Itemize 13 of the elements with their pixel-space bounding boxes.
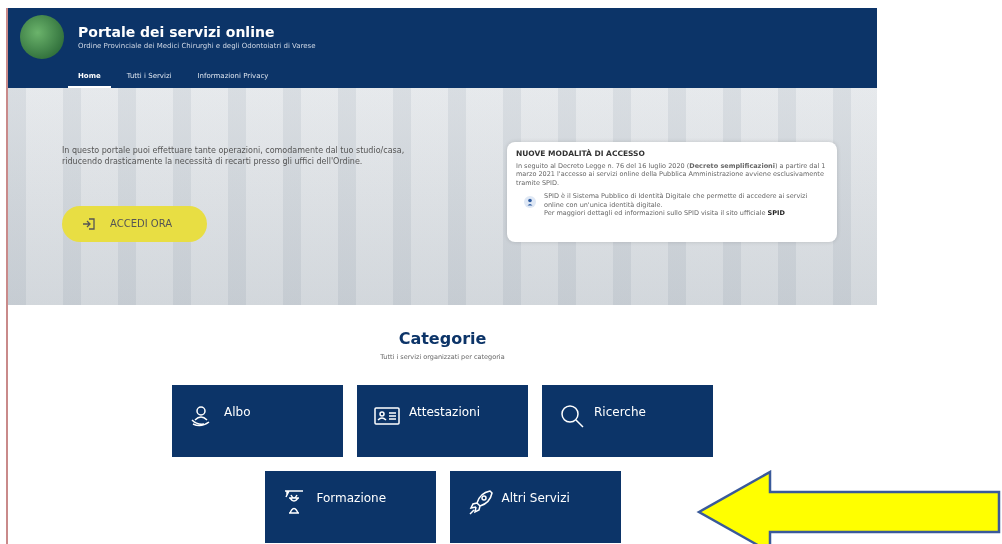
logo-icon bbox=[20, 15, 64, 59]
category-tile[interactable]: Attestazioni bbox=[357, 385, 528, 457]
category-tile[interactable]: Ricerche bbox=[542, 385, 713, 457]
login-button[interactable]: ACCEDI ORA bbox=[62, 205, 207, 242]
category-tile[interactable]: Albo bbox=[172, 385, 343, 457]
category-tile[interactable]: Altri Servizi bbox=[449, 471, 621, 543]
intro-text: In questo portale puoi effettuare tante operazioni, comodamente dal tuo studio/casa, riducendo drasticamente la necessità di recarti presso gli uffici dell'Ordine. bbox=[62, 146, 406, 168]
portal-title: Portale dei servizi online bbox=[78, 24, 276, 40]
user-icon bbox=[524, 196, 536, 209]
search-icon bbox=[558, 402, 586, 430]
category-tile[interactable]: Formazione bbox=[264, 471, 436, 543]
login-icon bbox=[82, 216, 96, 231]
section-title: Categorie bbox=[398, 329, 487, 348]
